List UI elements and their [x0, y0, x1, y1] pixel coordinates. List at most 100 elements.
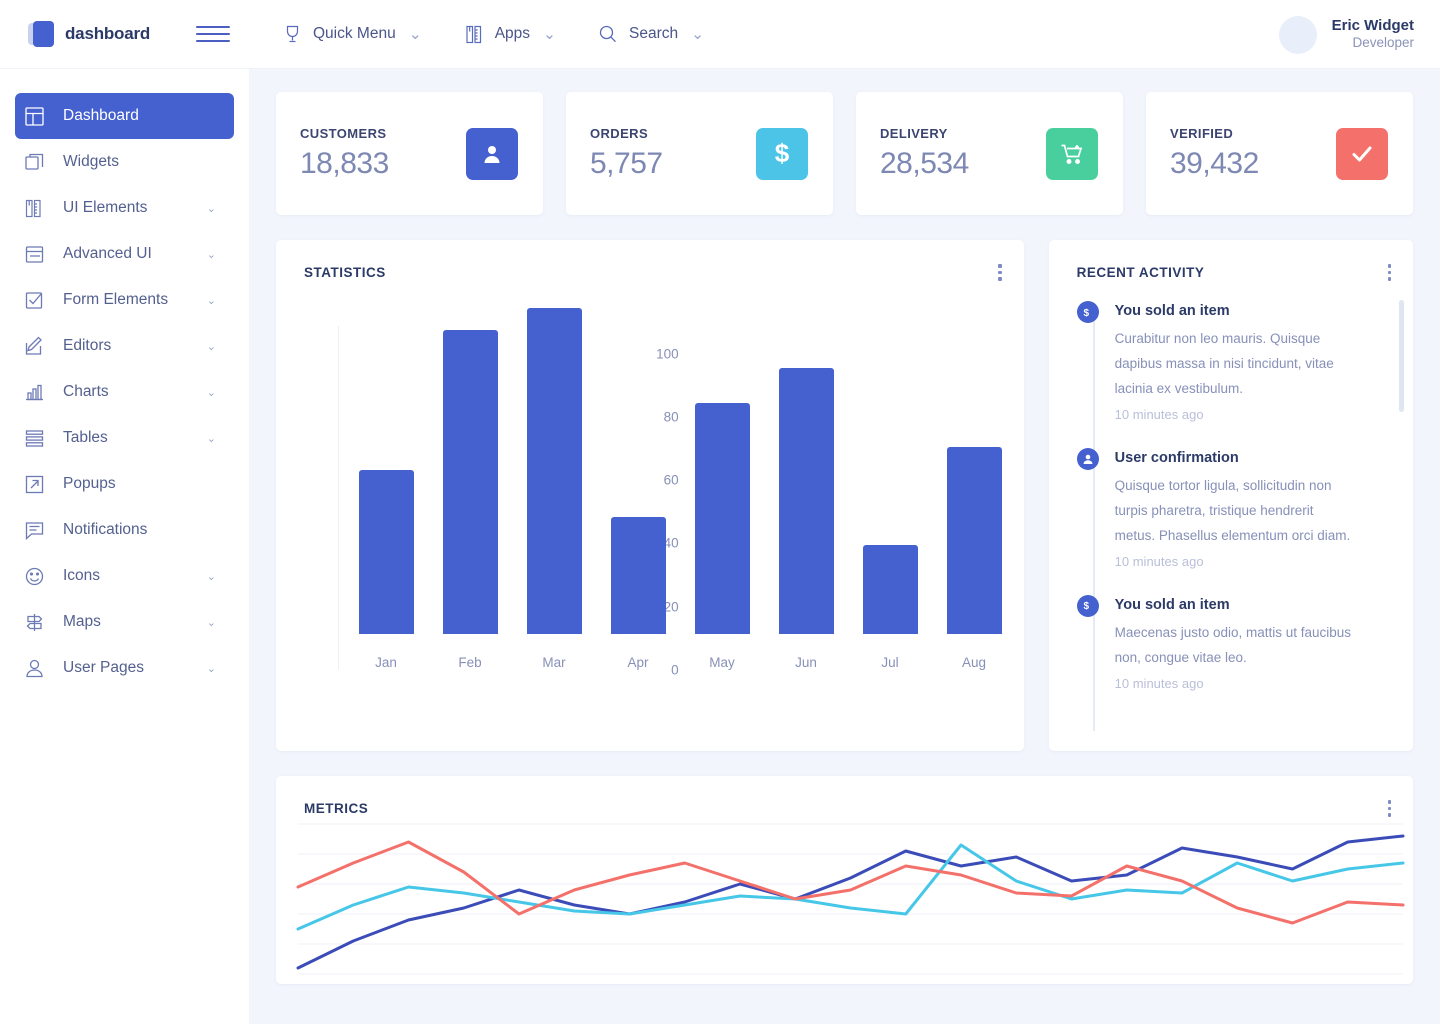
sidebar-item-ui-elements[interactable]: UI Elements ⌄ — [15, 185, 234, 231]
bar-slot[interactable]: Apr — [596, 517, 680, 670]
stat-label: VERIFIED — [1170, 126, 1259, 141]
bar-slot[interactable]: May — [680, 403, 764, 670]
topnav-item-apps[interactable]: Apps ⌄ — [464, 23, 556, 45]
list-item[interactable]: $ You sold an item Curabitur non leo mau… — [1077, 301, 1413, 422]
bar-slot[interactable]: Jun — [764, 368, 848, 670]
sidebar-item-icons[interactable]: Icons ⌄ — [15, 553, 234, 599]
bar[interactable] — [443, 330, 498, 634]
svg-text:$: $ — [1084, 308, 1090, 319]
user-name: Eric Widget — [1332, 17, 1414, 36]
sidebar-item-user-pages[interactable]: User Pages ⌄ — [15, 645, 234, 691]
activity-text: Quisque tortor ligula, sollicitudin non … — [1115, 474, 1355, 549]
statistics-panel: STATISTICS 020406080100 JanFebMarAprMayJ… — [276, 240, 1024, 751]
chevron-down-icon: ⌄ — [207, 570, 216, 583]
dollar-badge-icon: $ — [1077, 595, 1099, 617]
sidebar-item-tables[interactable]: Tables ⌄ — [15, 415, 234, 461]
sidebar-item-label: Popups — [63, 475, 116, 493]
bar-label: Jun — [795, 655, 817, 670]
activity-list: $ You sold an item Curabitur non leo mau… — [1049, 301, 1413, 691]
activity-title: User confirmation — [1115, 448, 1413, 466]
bars-container: Jan Feb MarApr May Jun Jul Aug — [344, 308, 1016, 670]
sidebar-item-label: Editors — [63, 337, 111, 355]
sidebar-item-label: Form Elements — [63, 291, 168, 309]
pencil-square-icon — [25, 337, 51, 356]
layout-icon — [25, 107, 51, 126]
sidebar-item-editors[interactable]: Editors ⌄ — [15, 323, 234, 369]
sidebar-item-maps[interactable]: Maps ⌄ — [15, 599, 234, 645]
bar[interactable] — [359, 470, 414, 635]
list-item[interactable]: $ You sold an item Maecenas justo odio, … — [1077, 595, 1413, 691]
chevron-down-icon: ⌄ — [207, 248, 216, 261]
checkbox-icon — [25, 291, 51, 310]
bar-slot[interactable]: Jul — [848, 545, 932, 670]
sidebar-item-charts[interactable]: Charts ⌄ — [15, 369, 234, 415]
stat-value: 5,757 — [590, 147, 663, 181]
kebab-menu-icon[interactable] — [1388, 264, 1392, 284]
topnav-label: Apps — [495, 25, 530, 43]
stat-label: DELIVERY — [880, 126, 969, 141]
chevron-down-icon: ⌄ — [207, 202, 216, 215]
sidebar-item-widgets[interactable]: Widgets — [15, 139, 234, 185]
bar[interactable] — [611, 517, 666, 634]
search-icon — [598, 23, 618, 45]
hamburger-icon[interactable] — [196, 21, 230, 47]
sidebar-item-dashboard[interactable]: Dashboard — [15, 93, 234, 139]
brand[interactable]: dashboard — [0, 21, 190, 47]
panel-title: RECENT ACTIVITY — [1049, 240, 1413, 280]
sidebar-item-notifications[interactable]: Notifications — [15, 507, 234, 553]
topnav-item-search[interactable]: Search ⌄ — [598, 23, 704, 45]
bar-slot[interactable]: Aug — [932, 447, 1016, 670]
activity-time: 10 minutes ago — [1115, 407, 1413, 422]
bar-chart-icon — [25, 383, 51, 402]
bar-label: May — [709, 655, 735, 670]
sidebar-item-popups[interactable]: Popups — [15, 461, 234, 507]
chat-bubble-icon — [25, 521, 51, 540]
list-item[interactable]: User confirmation Quisque tortor ligula,… — [1077, 448, 1413, 569]
trophy-icon — [282, 23, 302, 45]
panel-title: STATISTICS — [276, 240, 1024, 280]
mid-row: STATISTICS 020406080100 JanFebMarAprMayJ… — [249, 215, 1440, 751]
user-profile[interactable]: Eric Widget Developer — [1279, 0, 1414, 69]
bar-label: Jul — [881, 655, 898, 670]
chevron-down-icon: ⌄ — [691, 25, 704, 44]
stat-label: CUSTOMERS — [300, 126, 389, 141]
sidebar-item-label: Maps — [63, 613, 101, 631]
sidebar: Dashboard Widgets UI Elements ⌄ Advanced… — [0, 69, 249, 1024]
stat-card-orders[interactable]: ORDERS 5,757 $ — [566, 92, 833, 215]
kebab-menu-icon[interactable] — [998, 264, 1002, 284]
stat-card-customers[interactable]: CUSTOMERS 18,833 — [276, 92, 543, 215]
chevron-down-icon: ⌄ — [207, 616, 216, 629]
pen-ruler-icon — [464, 23, 484, 45]
bar[interactable] — [779, 368, 834, 634]
chevron-down-icon: ⌄ — [207, 386, 216, 399]
bar-slot[interactable]: Feb — [428, 330, 512, 670]
smiley-icon — [25, 567, 51, 586]
topnav-item-quick-menu[interactable]: Quick Menu ⌄ — [282, 23, 422, 45]
bar[interactable] — [695, 403, 750, 634]
sidebar-item-label: Dashboard — [63, 107, 139, 125]
sidebar-item-advanced-ui[interactable]: Advanced UI ⌄ — [15, 231, 234, 277]
bar[interactable] — [947, 447, 1002, 634]
activity-time: 10 minutes ago — [1115, 676, 1413, 691]
bar[interactable] — [863, 545, 918, 634]
line-chart — [298, 824, 1403, 974]
person-icon — [466, 128, 518, 180]
kebab-menu-icon[interactable] — [1388, 800, 1392, 820]
bar[interactable] — [527, 308, 582, 634]
sidebar-item-form-elements[interactable]: Form Elements ⌄ — [15, 277, 234, 323]
table-rows-icon — [25, 429, 51, 448]
chevron-down-icon: ⌄ — [207, 340, 216, 353]
avatar — [1279, 16, 1317, 54]
main-content: CUSTOMERS 18,833 ORDERS 5,757 $ DELIVERY… — [249, 69, 1440, 1024]
user-icon — [25, 659, 51, 678]
topnav-label: Search — [629, 25, 678, 43]
bar-slot[interactable]: Mar — [512, 308, 596, 670]
svg-text:$: $ — [1084, 601, 1090, 612]
stat-card-verified[interactable]: VERIFIED 39,432 — [1146, 92, 1413, 215]
bar-label: Feb — [458, 655, 481, 670]
sidebar-item-label: Charts — [63, 383, 109, 401]
bar-slot[interactable]: Jan — [344, 470, 428, 671]
stat-card-delivery[interactable]: DELIVERY 28,534 — [856, 92, 1123, 215]
user-role: Developer — [1332, 35, 1414, 52]
stat-cards-row: CUSTOMERS 18,833 ORDERS 5,757 $ DELIVERY… — [249, 69, 1440, 215]
